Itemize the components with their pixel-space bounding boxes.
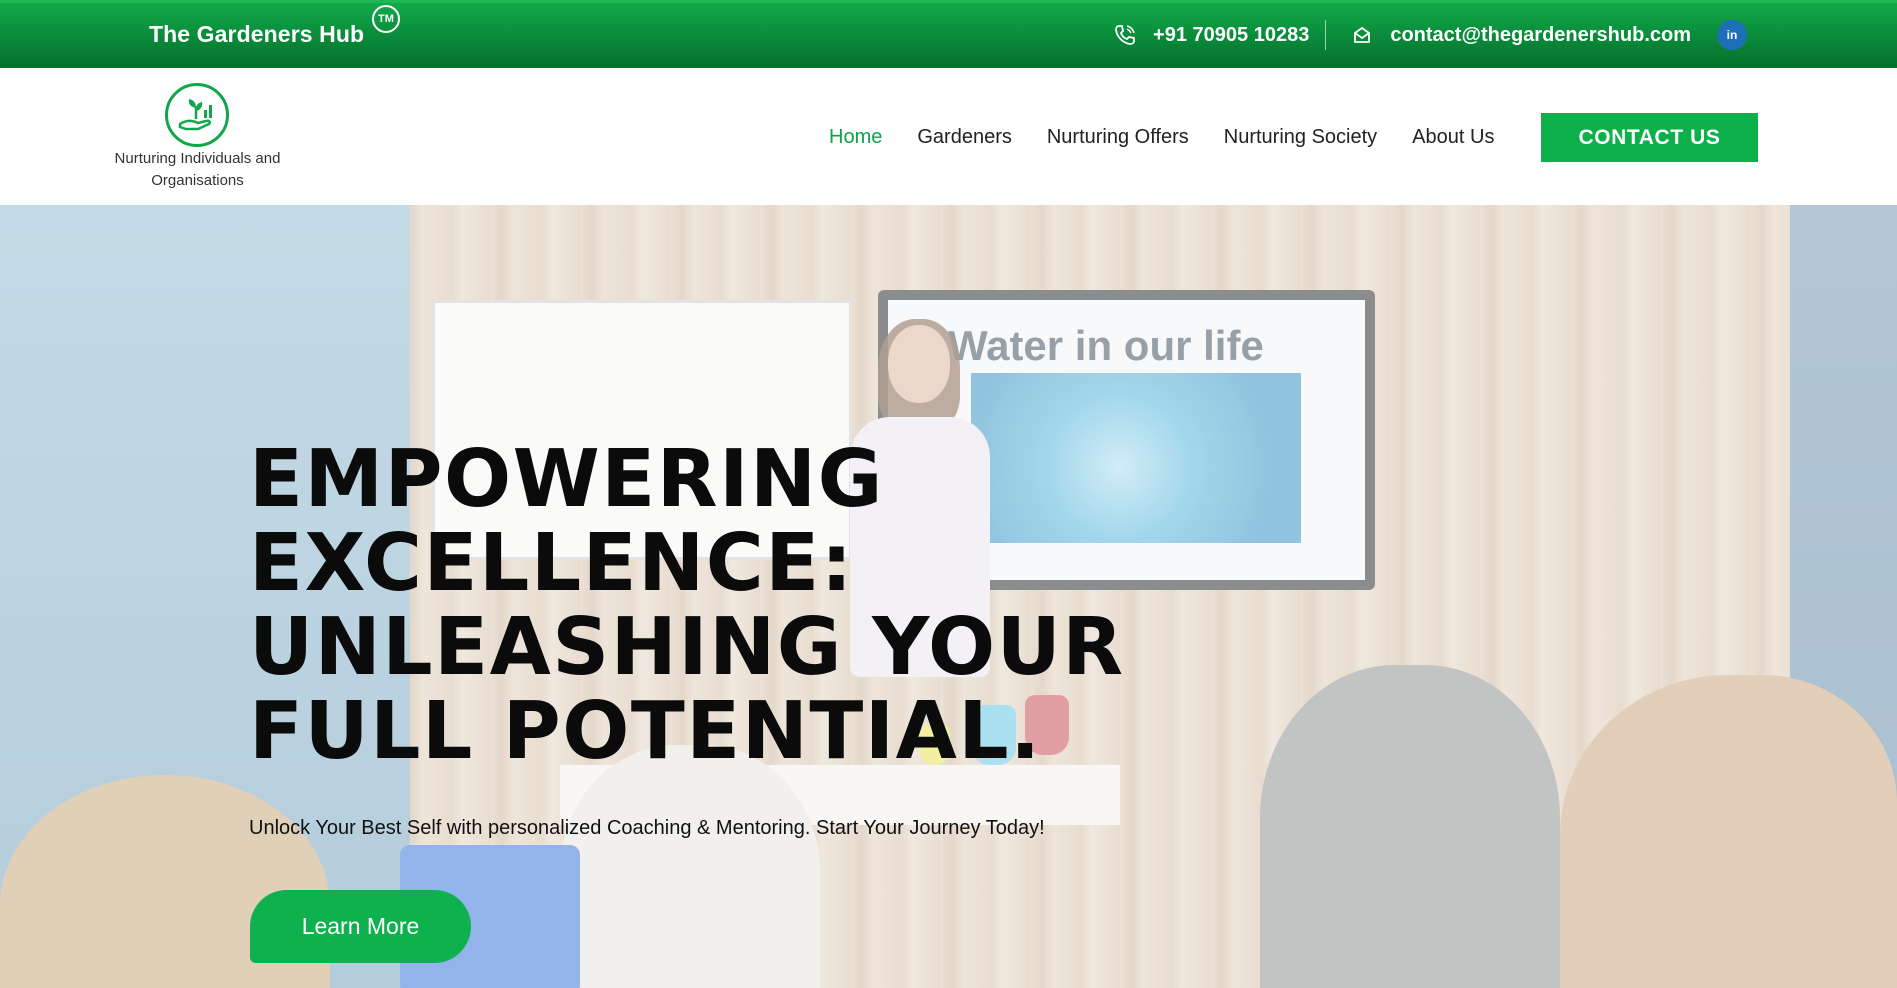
divider: [1325, 20, 1327, 50]
headline-line-1: EMPOWERING: [249, 433, 884, 525]
hand-plant-icon: [178, 99, 212, 131]
headline-line-4: FULL POTENTIAL.: [249, 685, 1042, 777]
top-bar: The Gardeners Hub TM +91 70905 10283 con…: [0, 0, 1897, 68]
tagline: Nurturing Individuals and Organisations: [100, 148, 295, 192]
phone-icon: [1111, 21, 1139, 49]
phone-number[interactable]: +91 70905 10283: [1153, 24, 1309, 47]
headline-line-3: UNLEASHING YOUR: [249, 601, 1125, 693]
hero-section: Water in our life EMPOWERING EXCELLENCE:…: [0, 205, 1897, 988]
hero-subtext: Unlock Your Best Self with personalized …: [249, 817, 1045, 839]
hero-headline: EMPOWERING EXCELLENCE: UNLEASHING YOUR F…: [249, 437, 1229, 773]
contact-info: +91 70905 10283 contact@thegardenershub.…: [1111, 17, 1747, 53]
nav-home[interactable]: Home: [829, 126, 882, 149]
mail-icon: [1348, 21, 1376, 49]
main-nav: Home Gardeners Nurturing Offers Nurturin…: [829, 112, 1529, 162]
headline-line-2: EXCELLENCE:: [249, 517, 854, 609]
learn-more-button[interactable]: Learn More: [250, 890, 471, 963]
linkedin-icon[interactable]: in: [1717, 20, 1747, 50]
nav-about-us[interactable]: About Us: [1412, 126, 1494, 149]
tagline-line-1: Nurturing Individuals and: [114, 150, 281, 167]
trademark-badge: TM: [372, 5, 400, 33]
email-link[interactable]: contact@thegardenershub.com: [1390, 24, 1691, 47]
nav-nurturing-offers[interactable]: Nurturing Offers: [1047, 126, 1189, 149]
nav-gardeners[interactable]: Gardeners: [917, 126, 1012, 149]
brand-name[interactable]: The Gardeners Hub: [149, 21, 364, 48]
tagline-line-2: Organisations: [151, 172, 244, 189]
nav-nurturing-society[interactable]: Nurturing Society: [1224, 126, 1377, 149]
logo[interactable]: [165, 83, 229, 147]
contact-us-button[interactable]: CONTACT US: [1541, 113, 1758, 162]
